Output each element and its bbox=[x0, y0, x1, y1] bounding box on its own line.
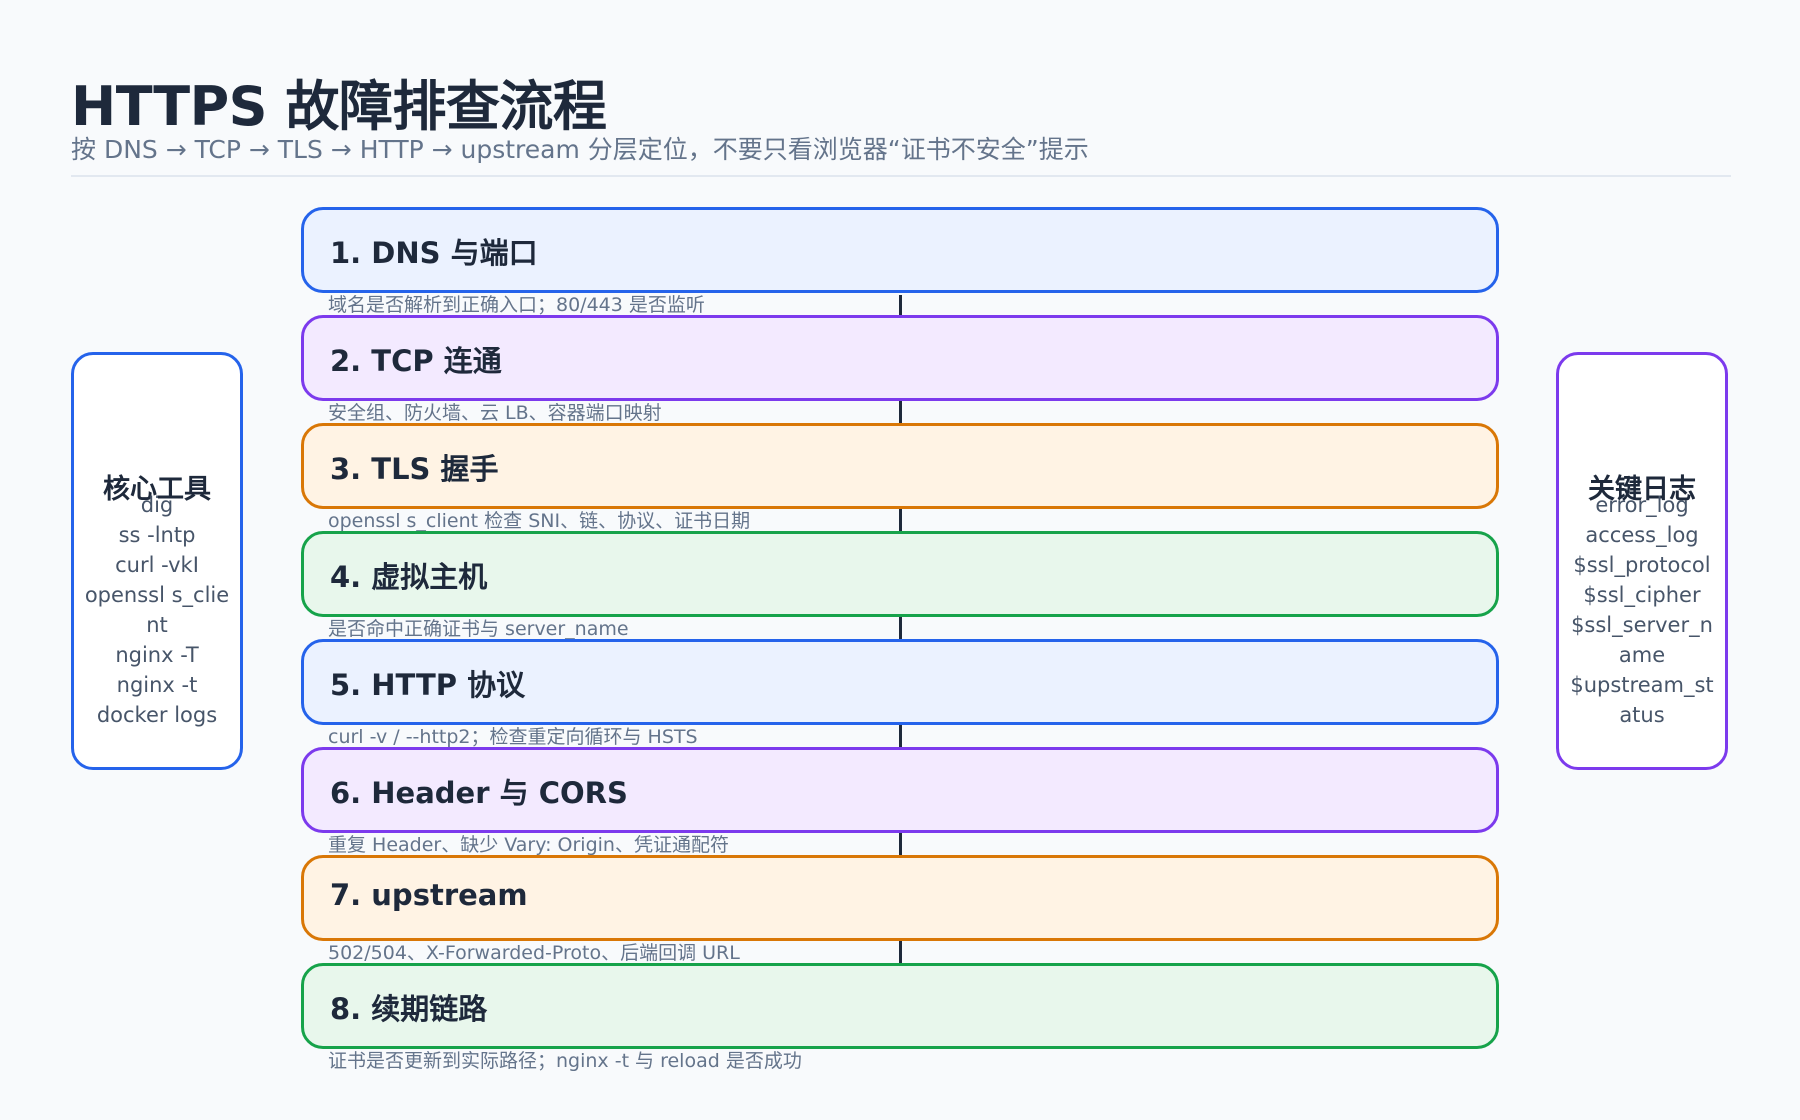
flow-step-desc: 安全组、防火墙、云 LB、容器端口映射 bbox=[328, 402, 662, 424]
tool-item: openssl s_client bbox=[84, 583, 230, 637]
flow-step-title: 4. 虚拟主机 bbox=[330, 560, 488, 594]
core-tools-list: dig ss -lntp curl -vkI openssl s_clientngin… bbox=[82, 490, 232, 730]
flow-step-3: 3. TLS 握手 bbox=[301, 423, 1499, 509]
tool-item: docker logs bbox=[96, 703, 218, 727]
flow-step-title: 2. TCP 连通 bbox=[330, 344, 502, 378]
log-item: $ssl_server_name bbox=[1571, 613, 1713, 667]
page-subtitle: 按 DNS → TCP → TLS → HTTP → upstream 分层定位… bbox=[71, 135, 1089, 164]
key-logs-list: error_log access_log $ssl_protocol $ssl_cip… bbox=[1567, 490, 1717, 730]
flow-step-title: 6. Header 与 CORS bbox=[330, 776, 628, 810]
flow-step-desc: 重复 Header、缺少 Vary: Origin、凭证通配符 bbox=[328, 834, 729, 856]
tool-item: nginx -t bbox=[116, 673, 198, 697]
flow-step-title: 3. TLS 握手 bbox=[330, 452, 499, 486]
flow-step-title: 5. HTTP 协议 bbox=[330, 668, 526, 702]
header-divider bbox=[71, 175, 1731, 177]
tool-item: ss -lntp bbox=[118, 523, 196, 547]
flow-step-1: 1. DNS 与端口 bbox=[301, 207, 1499, 293]
flow-step-8: 8. 续期链路 bbox=[301, 963, 1499, 1049]
flow-step-desc: curl -v / --http2；检查重定向循环与 HSTS bbox=[328, 726, 698, 748]
flow-step-desc: 502/504、X-Forwarded-Proto、后端回调 URL bbox=[328, 942, 740, 964]
flow-step-title: 1. DNS 与端口 bbox=[330, 236, 538, 270]
log-item: $ssl_protocol bbox=[1573, 553, 1711, 577]
log-item: $ssl_cipher bbox=[1583, 583, 1701, 607]
flow-step-title: 7. upstream bbox=[330, 878, 528, 912]
flow-step-desc: 域名是否解析到正确入口；80/443 是否监听 bbox=[328, 294, 705, 316]
flow-step-title: 8. 续期链路 bbox=[330, 992, 488, 1026]
tool-item: nginx -T bbox=[115, 643, 199, 667]
key-logs-panel: 关键日志 error_log access_log $ssl_protocol $ss… bbox=[1556, 352, 1728, 770]
flow-step-6: 6. Header 与 CORS bbox=[301, 747, 1499, 833]
flow-step-desc: openssl s_client 检查 SNI、链、协议、证书日期 bbox=[328, 510, 751, 532]
tool-item: dig bbox=[140, 493, 174, 517]
flow-step-desc: 证书是否更新到实际路径；nginx -t 与 reload 是否成功 bbox=[328, 1050, 802, 1072]
flow-step-desc: 是否命中正确证书与 server_name bbox=[328, 618, 629, 640]
flow-step-7: 7. upstream bbox=[301, 855, 1499, 941]
flow-step-2: 2. TCP 连通 bbox=[301, 315, 1499, 401]
core-tools-panel: 核心工具 dig ss -lntp curl -vkI openssl s_clien… bbox=[71, 352, 243, 770]
log-item: access_log bbox=[1585, 523, 1699, 547]
flow-step-5: 5. HTTP 协议 bbox=[301, 639, 1499, 725]
flow-step-4: 4. 虚拟主机 bbox=[301, 531, 1499, 617]
tool-item: curl -vkI bbox=[115, 553, 199, 577]
log-item: $upstream_status bbox=[1570, 673, 1714, 727]
log-item: error_log bbox=[1595, 493, 1689, 517]
